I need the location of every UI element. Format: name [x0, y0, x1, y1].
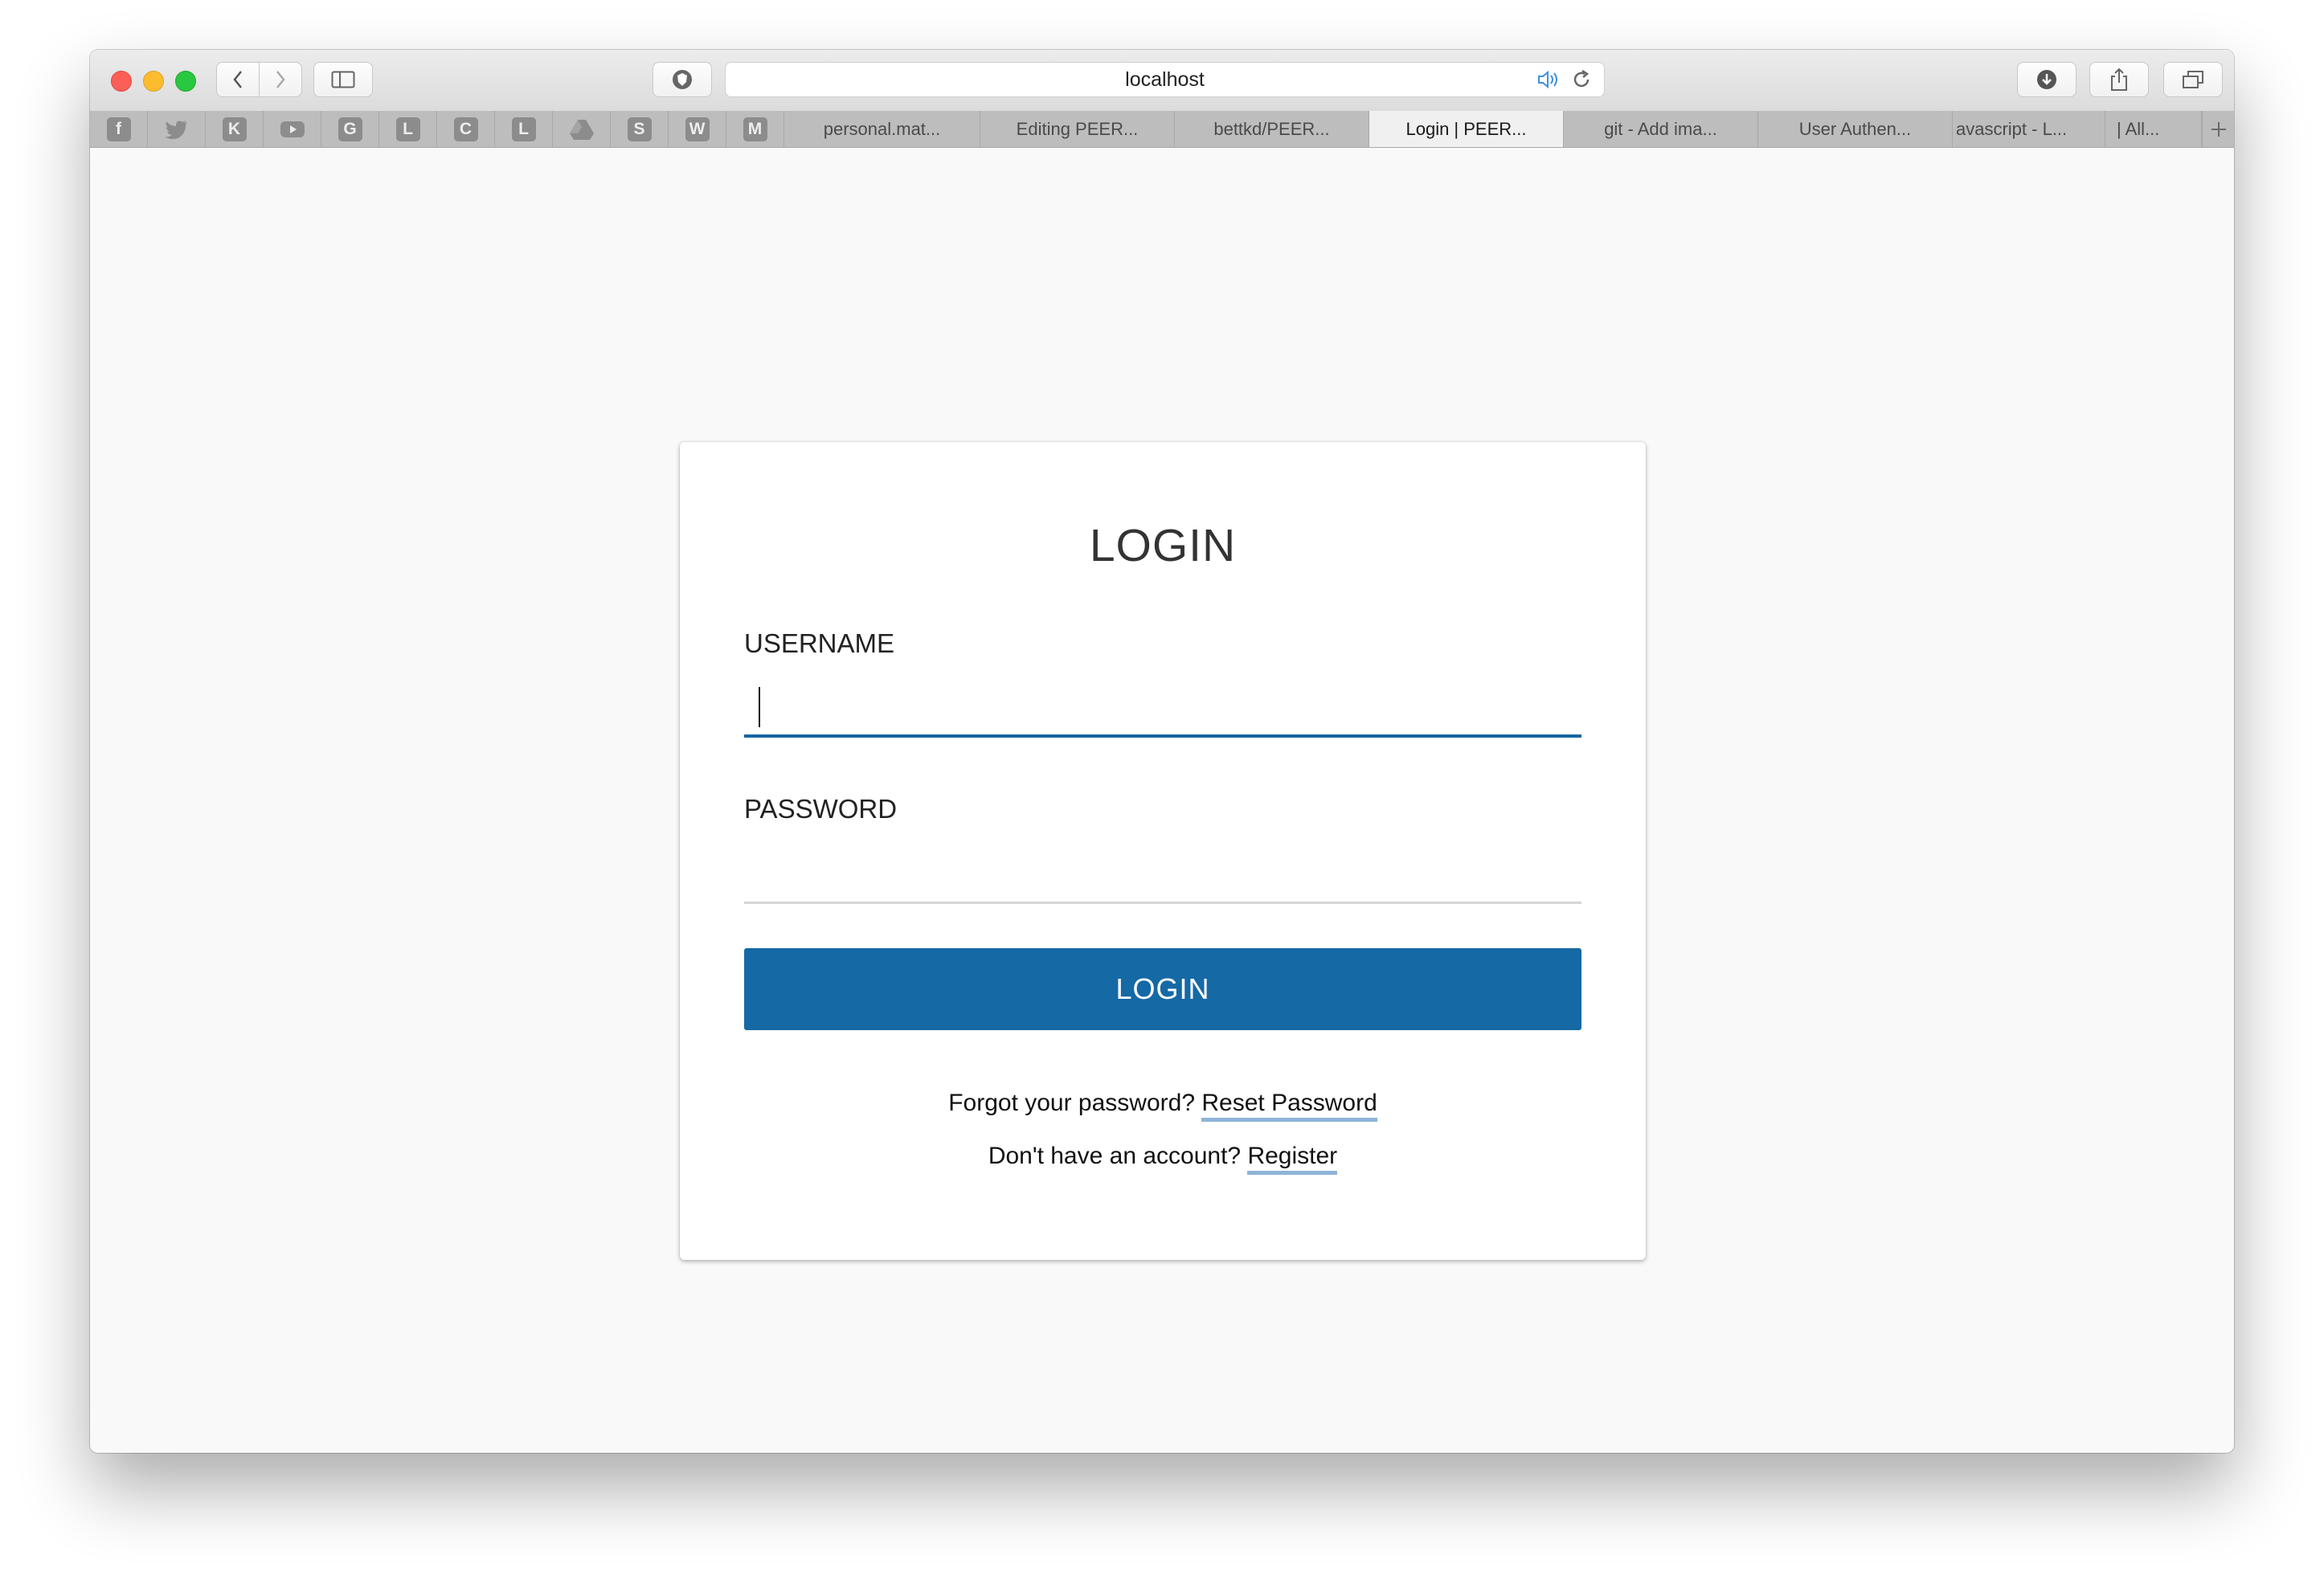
chevron-left-icon — [233, 71, 242, 88]
register-link[interactable]: Register — [1247, 1143, 1338, 1175]
forgot-password-line: Forgot your password? Reset Password — [680, 1090, 1646, 1122]
text-caret — [759, 687, 760, 727]
tab-login-peer[interactable]: Login | PEER... — [1369, 111, 1564, 147]
address-text: localhost — [1125, 68, 1205, 91]
tab-git-add-image[interactable]: git - Add ima... — [1564, 111, 1758, 147]
browser-window: localhost f K G L C L S W M personal.mat… — [90, 50, 2234, 1453]
username-label: USERNAME — [744, 628, 895, 658]
k-site-icon: K — [222, 117, 247, 141]
google-drive-icon — [569, 119, 594, 140]
pinned-tab-youtube[interactable] — [264, 111, 321, 147]
password-label: PASSWORD — [744, 794, 898, 824]
tab-overview-button[interactable] — [2163, 62, 2223, 97]
tab-javascript[interactable]: avascript - L... — [1953, 111, 2105, 147]
speaker-icon[interactable] — [1536, 68, 1561, 91]
tabs-icon — [2183, 71, 2203, 88]
facebook-icon: f — [106, 117, 131, 141]
login-card: LOGIN USERNAME PASSWORD LOGIN Forgot you… — [680, 442, 1646, 1260]
tab-personal[interactable]: personal.mat... — [784, 111, 980, 147]
page-content: LOGIN USERNAME PASSWORD LOGIN Forgot you… — [90, 148, 2234, 1453]
new-tab-button[interactable] — [2202, 111, 2234, 147]
shield-icon — [673, 70, 692, 89]
g-site-icon: G — [338, 117, 362, 141]
chevron-right-icon — [276, 71, 285, 88]
downloads-button[interactable] — [2017, 62, 2076, 97]
pinned-tab-w[interactable]: W — [669, 111, 726, 147]
pinned-tab-drive[interactable] — [553, 111, 611, 147]
share-icon — [2111, 67, 2127, 91]
forward-button[interactable] — [259, 62, 302, 97]
l-site-icon-2: L — [511, 117, 536, 141]
pinned-tab-l[interactable]: L — [379, 111, 437, 147]
forgot-password-text: Forgot your password? — [948, 1090, 1196, 1116]
pinned-tab-g[interactable]: G — [321, 111, 379, 147]
l-site-icon: L — [395, 117, 420, 141]
register-line: Don't have an account? Register — [680, 1143, 1646, 1175]
tab-editing-peer[interactable]: Editing PEER... — [980, 111, 1175, 147]
tab-user-authentication[interactable]: User Authen... — [1758, 111, 1953, 147]
twitter-icon — [164, 120, 187, 139]
pinned-tab-twitter[interactable] — [148, 111, 206, 147]
close-window-button[interactable] — [111, 71, 132, 92]
download-icon — [2037, 70, 2056, 89]
minimize-window-button[interactable] — [143, 71, 164, 92]
browser-toolbar: localhost — [90, 50, 2234, 111]
w-site-icon: W — [685, 117, 710, 141]
sidebar-icon — [331, 71, 355, 88]
youtube-icon — [280, 121, 305, 137]
pinned-tab-c[interactable]: C — [437, 111, 495, 147]
password-input[interactable] — [744, 841, 1581, 904]
no-account-text: Don't have an account? — [988, 1143, 1242, 1169]
pinned-tab-m[interactable]: M — [726, 111, 784, 147]
s-site-icon: S — [627, 117, 652, 141]
plus-icon — [2211, 121, 2226, 137]
back-button[interactable] — [216, 62, 260, 97]
share-button[interactable] — [2089, 62, 2149, 97]
maximize-window-button[interactable] — [175, 71, 196, 92]
pinned-tab-s[interactable]: S — [611, 111, 669, 147]
tab-all[interactable]: | All... — [2105, 111, 2202, 147]
tab-bar: f K G L C L S W M personal.mat... Editin… — [90, 111, 2234, 148]
pinned-tab-l-2[interactable]: L — [495, 111, 553, 147]
pinned-tab-facebook[interactable]: f — [90, 111, 148, 147]
pinned-tab-k[interactable]: K — [206, 111, 264, 147]
login-title: LOGIN — [1089, 520, 1237, 571]
tab-bettkd-peer[interactable]: bettkd/PEER... — [1175, 111, 1369, 147]
privacy-shield-button[interactable] — [653, 62, 712, 97]
m-site-icon: M — [743, 117, 767, 141]
c-site-icon: C — [453, 117, 478, 141]
reload-icon[interactable] — [1570, 68, 1593, 91]
address-bar[interactable]: localhost — [725, 62, 1605, 97]
username-input[interactable] — [744, 675, 1581, 738]
sidebar-toggle-button[interactable] — [313, 62, 373, 97]
reset-password-link[interactable]: Reset Password — [1201, 1090, 1377, 1122]
login-button[interactable]: LOGIN — [744, 948, 1581, 1030]
